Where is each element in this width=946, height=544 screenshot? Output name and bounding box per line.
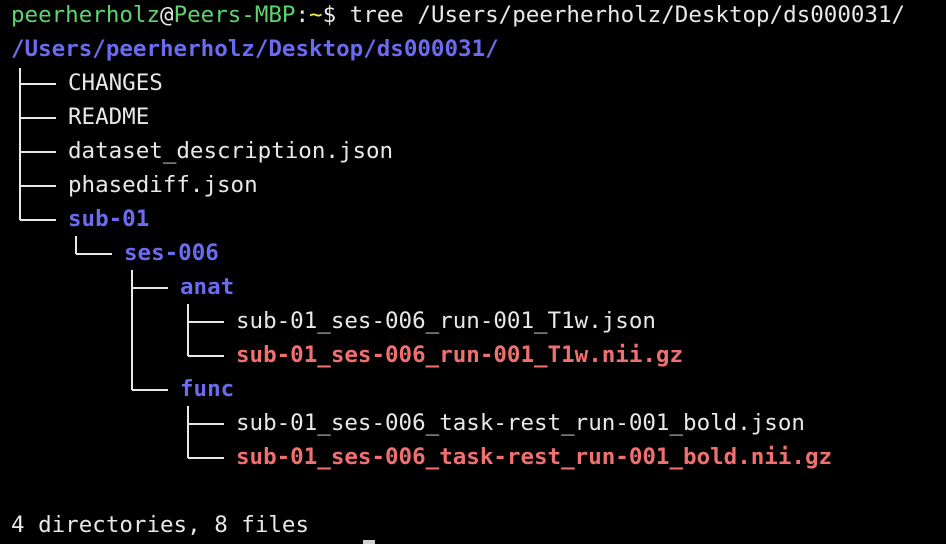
prompt-line: peerherholz@Peers-MBP:~$ tree /Users/pee… bbox=[11, 0, 905, 32]
terminal-window[interactable]: peerherholz@Peers-MBP:~$ tree /Users/pee… bbox=[0, 0, 946, 544]
tree-entry-directory: func bbox=[180, 376, 235, 402]
tree-entry-file: README bbox=[68, 104, 150, 130]
prompt-dollar: $ bbox=[322, 2, 337, 28]
tree-entry-directory: anat bbox=[180, 274, 235, 300]
tree-entry-directory: sub-01 bbox=[68, 206, 150, 232]
prompt-colon: : bbox=[295, 2, 310, 28]
tree-entry-file: sub-01_ses-006_run-001_T1w.json bbox=[236, 308, 656, 334]
tree-root: /Users/peerherholz/Desktop/ds000031/ bbox=[11, 36, 499, 62]
tree-entry-file: dataset_description.json bbox=[68, 138, 394, 164]
tree-entry-archive: sub-01_ses-006_run-001_T1w.nii.gz bbox=[236, 342, 684, 368]
tree-summary: 4 directories, 8 files bbox=[11, 512, 310, 538]
prompt-host: Peers-MBP bbox=[173, 2, 296, 28]
tree-entry-file: sub-01_ses-006_task-rest_run-001_bold.js… bbox=[236, 410, 805, 436]
tree-entry-file: phasediff.json bbox=[68, 172, 258, 198]
prompt-cwd: ~ bbox=[309, 2, 323, 28]
prompt-user: peerherholz bbox=[11, 2, 161, 28]
tree-entry-file: CHANGES bbox=[68, 70, 163, 96]
tree-entry-directory: ses-006 bbox=[124, 240, 219, 266]
prompt-command: tree /Users/peerherholz/Desktop/ds000031… bbox=[349, 2, 906, 28]
text-cursor bbox=[363, 540, 375, 544]
tree-entry-archive: sub-01_ses-006_task-rest_run-001_bold.ni… bbox=[236, 444, 833, 470]
prompt-at: @ bbox=[160, 2, 174, 28]
